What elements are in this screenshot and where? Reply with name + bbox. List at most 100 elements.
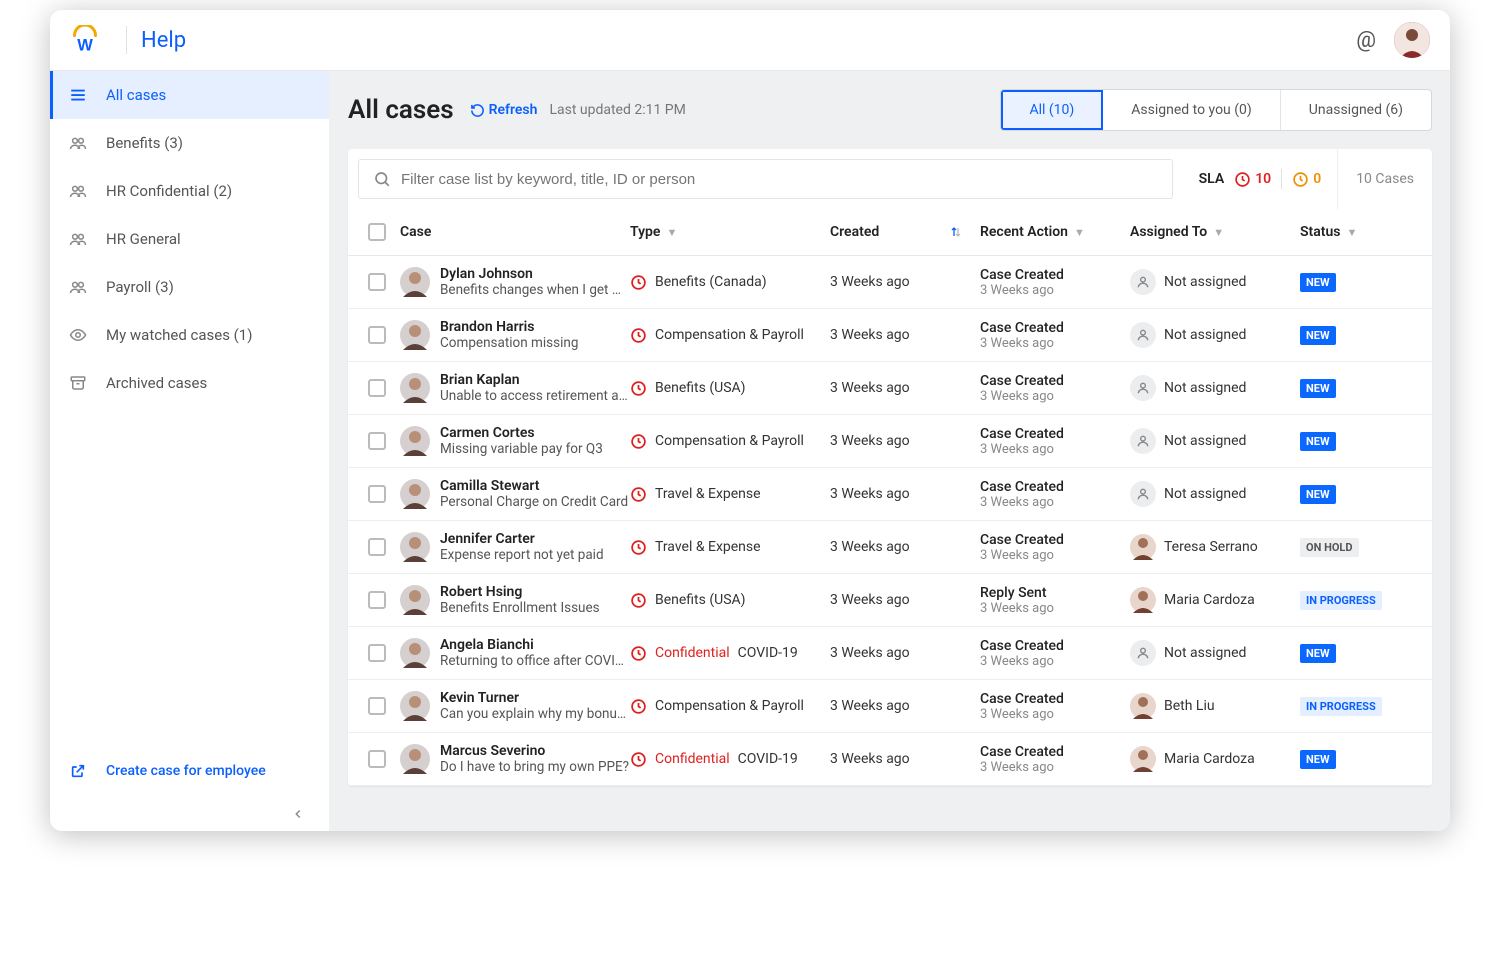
sla-clock-icon <box>630 698 647 715</box>
case-type: Travel & Expense <box>655 486 761 502</box>
collapse-sidebar-button[interactable] <box>50 797 329 831</box>
table-row[interactable]: Kevin TurnerCan you explain why my bonus… <box>348 680 1432 733</box>
recent-time: 3 Weeks ago <box>980 548 1130 563</box>
row-checkbox[interactable] <box>368 432 386 450</box>
user-avatar[interactable] <box>1394 22 1430 58</box>
group-icon <box>68 229 88 249</box>
case-created: 3 Weeks ago <box>830 645 980 661</box>
sidebar-item-all-cases[interactable]: All cases <box>50 71 329 119</box>
select-all-checkbox[interactable] <box>368 223 386 241</box>
row-checkbox[interactable] <box>368 326 386 344</box>
archive-icon <box>68 373 88 393</box>
assigned-to: Not assigned <box>1164 433 1246 449</box>
assignee-avatar <box>1130 746 1156 772</box>
row-checkbox[interactable] <box>368 697 386 715</box>
tab-unassigned[interactable]: Unassigned (6) <box>1281 90 1431 130</box>
tab-assigned-to-you[interactable]: Assigned to you (0) <box>1103 90 1281 130</box>
sla-warning-count[interactable]: 0 <box>1292 171 1321 188</box>
search-input-wrapper[interactable] <box>358 159 1173 199</box>
sidebar-item-hr-general[interactable]: HR General <box>50 215 329 263</box>
case-subject: Returning to office after COVID i… <box>440 653 630 669</box>
col-type[interactable]: Type▼ <box>630 224 830 240</box>
case-subject: Can you explain why my bonus … <box>440 706 630 722</box>
row-checkbox[interactable] <box>368 591 386 609</box>
svg-text:W: W <box>77 37 93 55</box>
case-person: Robert Hsing <box>440 584 600 600</box>
status-badge: NEW <box>1300 273 1336 292</box>
recent-action: Case Created <box>980 426 1130 442</box>
search-icon <box>373 170 391 188</box>
case-created: 3 Weeks ago <box>830 433 980 449</box>
case-type: Compensation & Payroll <box>655 433 804 449</box>
recent-action: Case Created <box>980 373 1130 389</box>
case-person: Brian Kaplan <box>440 372 630 388</box>
table-row[interactable]: Marcus SeverinoDo I have to bring my own… <box>348 733 1432 786</box>
assigned-to: Beth Liu <box>1164 698 1215 714</box>
status-badge: NEW <box>1300 326 1336 345</box>
table-row[interactable]: Angela BianchiReturning to office after … <box>348 627 1432 680</box>
last-updated: Last updated 2:11 PM <box>549 102 685 118</box>
assigned-to: Maria Cardoza <box>1164 751 1255 767</box>
recent-time: 3 Weeks ago <box>980 760 1130 775</box>
refresh-button[interactable]: Refresh <box>470 102 538 118</box>
col-status[interactable]: Status▼ <box>1300 224 1400 240</box>
row-checkbox[interactable] <box>368 750 386 768</box>
case-subject: Benefits Enrollment Issues <box>440 600 600 616</box>
col-created[interactable]: Created <box>830 224 980 240</box>
col-recent[interactable]: Recent Action▼ <box>980 224 1130 240</box>
assigned-to: Not assigned <box>1164 486 1246 502</box>
tab-all[interactable]: All (10) <box>1001 90 1103 130</box>
sort-active-icon <box>950 225 962 239</box>
sla-clock-icon <box>630 751 647 768</box>
row-checkbox[interactable] <box>368 538 386 556</box>
workday-logo-icon[interactable]: W <box>70 25 100 55</box>
case-created: 3 Weeks ago <box>830 274 980 290</box>
nav-label: My watched cases (1) <box>106 326 252 344</box>
table-row[interactable]: Brandon HarrisCompensation missingCompen… <box>348 309 1432 362</box>
case-type: Travel & Expense <box>655 539 761 555</box>
recent-time: 3 Weeks ago <box>980 601 1130 616</box>
row-checkbox[interactable] <box>368 644 386 662</box>
col-case[interactable]: Case <box>400 224 630 240</box>
sidebar: All casesBenefits (3) HR Confidential (2)… <box>50 71 330 831</box>
assigned-to: Maria Cardoza <box>1164 592 1255 608</box>
recent-action: Case Created <box>980 744 1130 760</box>
create-case-link[interactable]: Create case for employee <box>50 745 329 797</box>
sidebar-item-payroll-3[interactable]: Payroll (3) <box>50 263 329 311</box>
page-title: All cases <box>348 95 454 125</box>
table-row[interactable]: Carmen CortesMissing variable pay for Q3… <box>348 415 1432 468</box>
confidential-label: Confidential <box>655 751 730 767</box>
recent-action: Case Created <box>980 691 1130 707</box>
recent-time: 3 Weeks ago <box>980 707 1130 722</box>
table-row[interactable]: Camilla StewartPersonal Charge on Credit… <box>348 468 1432 521</box>
case-person: Carmen Cortes <box>440 425 603 441</box>
status-badge: IN PROGRESS <box>1300 697 1382 716</box>
sort-icon: ▼ <box>1346 226 1357 239</box>
recent-time: 3 Weeks ago <box>980 495 1130 510</box>
sidebar-item-hr-confidential-2[interactable]: HR Confidential (2) <box>50 167 329 215</box>
row-checkbox[interactable] <box>368 379 386 397</box>
table-row[interactable]: Dylan JohnsonBenefits changes when I get… <box>348 256 1432 309</box>
case-type: Compensation & Payroll <box>655 698 804 714</box>
sidebar-item-my-watched-cases-1[interactable]: My watched cases (1) <box>50 311 329 359</box>
table-row[interactable]: Robert HsingBenefits Enrollment IssuesBe… <box>348 574 1432 627</box>
unassigned-icon <box>1130 640 1156 666</box>
nav-label: HR Confidential (2) <box>106 182 232 200</box>
assigned-to: Not assigned <box>1164 380 1246 396</box>
sort-icon: ▼ <box>1213 226 1224 239</box>
person-avatar <box>400 638 430 668</box>
unassigned-icon <box>1130 269 1156 295</box>
recent-action: Case Created <box>980 479 1130 495</box>
case-subject: Missing variable pay for Q3 <box>440 441 603 457</box>
row-checkbox[interactable] <box>368 485 386 503</box>
sla-overdue-count[interactable]: 10 <box>1234 171 1271 188</box>
row-checkbox[interactable] <box>368 273 386 291</box>
table-row[interactable]: Brian KaplanUnable to access retirement … <box>348 362 1432 415</box>
sla-clock-icon <box>630 592 647 609</box>
table-row[interactable]: Jennifer CarterExpense report not yet pa… <box>348 521 1432 574</box>
search-input[interactable] <box>401 171 1158 188</box>
sidebar-item-benefits-3[interactable]: Benefits (3) <box>50 119 329 167</box>
col-assigned[interactable]: Assigned To▼ <box>1130 224 1300 240</box>
sidebar-item-archived-cases[interactable]: Archived cases <box>50 359 329 407</box>
mentions-icon[interactable]: @ <box>1356 28 1376 53</box>
